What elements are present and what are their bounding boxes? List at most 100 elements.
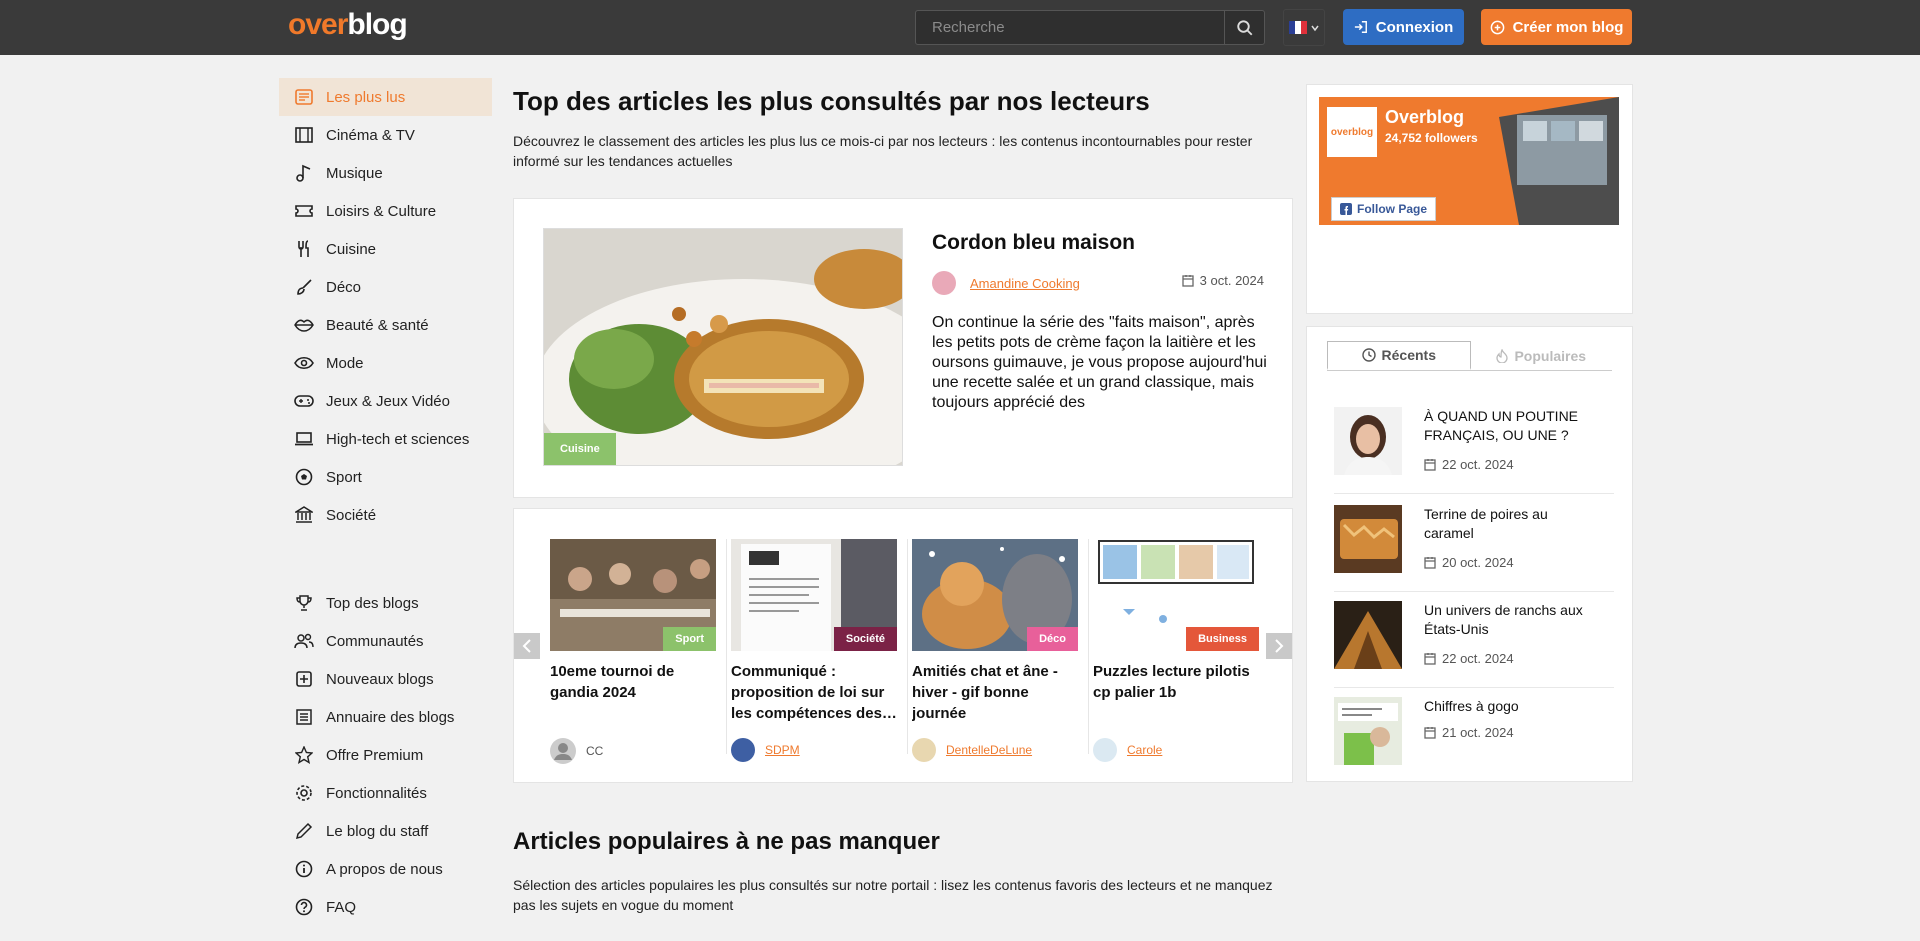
portrait-photo xyxy=(1334,407,1402,475)
ranch-photo xyxy=(1334,601,1402,669)
carousel-card: Déco Amitiés chat et âne - hiver - gif b… xyxy=(912,539,1078,762)
recent-article-date: 21 oct. 2024 xyxy=(1424,725,1514,740)
recent-article-title[interactable]: Un univers de ranchs aux États-Unis xyxy=(1424,601,1599,639)
sidebar-item-high-tech[interactable]: High-tech et sciences xyxy=(279,420,492,458)
carousel-card: Société Communiqué : proposition de loi … xyxy=(731,539,897,762)
sidebar-item-fonctionnalites[interactable]: Fonctionnalités xyxy=(279,774,492,812)
search-button[interactable] xyxy=(1224,11,1264,44)
flame-icon xyxy=(1496,348,1509,363)
article-image[interactable]: Sport xyxy=(550,539,716,651)
article-image[interactable]: Société xyxy=(731,539,897,651)
calendar-icon xyxy=(1424,459,1436,471)
utensils-icon xyxy=(294,239,314,259)
search-icon xyxy=(1236,19,1252,35)
sidebar-item-annuaire[interactable]: Annuaire des blogs xyxy=(279,698,492,736)
date-text: 20 oct. 2024 xyxy=(1442,555,1514,570)
card-divider xyxy=(907,539,908,754)
featured-article-title[interactable]: Cordon bleu maison xyxy=(932,231,1135,255)
facebook-widget: overblog Overblog 24,752 followers Follo… xyxy=(1306,84,1633,314)
sidebar-item-label: Top des blogs xyxy=(326,594,419,612)
tab-label: Populaires xyxy=(1514,347,1587,364)
sidebar-item-deco[interactable]: Déco xyxy=(279,268,492,306)
articles-carousel: Sport 10eme tournoi de gandia 2024 CC So… xyxy=(513,508,1293,783)
terrine-photo xyxy=(1334,505,1402,573)
featured-excerpt: On continue la série des "faits maison",… xyxy=(932,314,1267,411)
recent-article-title[interactable]: À QUAND UN POUTINE FRANÇAIS, OU UNE ? xyxy=(1424,407,1599,445)
category-tag[interactable]: Déco xyxy=(1027,627,1078,651)
article-author: CC xyxy=(550,738,716,764)
search-bar xyxy=(915,10,1265,45)
category-tag[interactable]: Société xyxy=(833,627,897,651)
tab-label: Récents xyxy=(1381,347,1436,363)
sidebar-item-nouveaux-blogs[interactable]: Nouveaux blogs xyxy=(279,660,492,698)
author-link[interactable]: Carole xyxy=(1127,743,1162,757)
article-title[interactable]: Communiqué : proposition de loi sur les … xyxy=(731,661,897,724)
article-thumbnail[interactable] xyxy=(1334,601,1402,669)
author-link[interactable]: SDPM xyxy=(765,743,800,757)
gear-icon xyxy=(294,783,314,803)
chiffres-photo xyxy=(1334,697,1402,765)
tab-recents[interactable]: Récents xyxy=(1327,341,1471,370)
author-link[interactable]: Amandine Cooking xyxy=(970,276,1080,291)
login-button[interactable]: Connexion xyxy=(1343,9,1464,45)
featured-article-image[interactable]: Cuisine xyxy=(543,228,903,466)
article-title[interactable]: 10eme tournoi de gandia 2024 xyxy=(550,661,716,724)
sidebar-item-label: Mode xyxy=(326,354,364,372)
category-tag[interactable]: Cuisine xyxy=(544,433,616,465)
top-header: overblog Connexion Créer mon blog xyxy=(0,0,1920,55)
author-link[interactable]: DentelleDeLune xyxy=(946,743,1032,757)
overblog-logo[interactable]: overblog xyxy=(288,8,408,42)
article-title[interactable]: Puzzles lecture pilotis cp palier 1b xyxy=(1093,661,1259,724)
sidebar-item-cinema-tv[interactable]: Cinéma & TV xyxy=(279,116,492,154)
search-input[interactable] xyxy=(916,11,1224,44)
category-tag[interactable]: Sport xyxy=(663,627,716,651)
create-blog-button[interactable]: Créer mon blog xyxy=(1481,9,1632,45)
article-author: DentelleDeLune xyxy=(912,738,1078,762)
sidebar-item-societe[interactable]: Société xyxy=(279,496,492,534)
sidebar-item-musique[interactable]: Musique xyxy=(279,154,492,192)
bank-icon xyxy=(294,505,314,525)
category-sidebar: Les plus lus Cinéma & TV Musique Loisirs… xyxy=(279,78,492,926)
user-avatar-icon xyxy=(550,738,576,764)
author-avatar xyxy=(1093,738,1117,762)
list-divider xyxy=(1334,493,1614,494)
sidebar-item-communautes[interactable]: Communautés xyxy=(279,622,492,660)
sidebar-item-a-propos[interactable]: A propos de nous xyxy=(279,850,492,888)
recent-article-title[interactable]: Terrine de poires au caramel xyxy=(1424,505,1599,543)
create-blog-label: Créer mon blog xyxy=(1512,18,1624,36)
carousel-next-button[interactable] xyxy=(1266,633,1292,659)
category-tag[interactable]: Business xyxy=(1186,627,1259,651)
recent-article-title[interactable]: Chiffres à gogo xyxy=(1424,697,1599,716)
star-icon xyxy=(294,745,314,765)
date-text: 22 oct. 2024 xyxy=(1442,651,1514,666)
language-dropdown[interactable] xyxy=(1283,9,1325,46)
facebook-page-name[interactable]: Overblog xyxy=(1385,107,1464,128)
sidebar-item-label: Annuaire des blogs xyxy=(326,708,455,726)
article-image[interactable]: Business xyxy=(1093,539,1259,651)
sidebar-item-blog-staff[interactable]: Le blog du staff xyxy=(279,812,492,850)
tab-populaires[interactable]: Populaires xyxy=(1471,341,1613,370)
article-thumbnail[interactable] xyxy=(1334,407,1402,475)
sidebar-item-sport[interactable]: Sport xyxy=(279,458,492,496)
featured-author: Amandine Cooking xyxy=(932,271,1080,295)
sidebar-item-offre-premium[interactable]: Offre Premium xyxy=(279,736,492,774)
sidebar-item-cuisine[interactable]: Cuisine xyxy=(279,230,492,268)
plus-square-icon xyxy=(294,669,314,689)
sidebar-item-jeux-video[interactable]: Jeux & Jeux Vidéo xyxy=(279,382,492,420)
article-image[interactable]: Déco xyxy=(912,539,1078,651)
sidebar-item-mode[interactable]: Mode xyxy=(279,344,492,382)
article-thumbnail[interactable] xyxy=(1334,697,1402,765)
carousel-prev-button[interactable] xyxy=(514,633,540,659)
sidebar-item-faq[interactable]: FAQ xyxy=(279,888,492,926)
sidebar-item-beaute-sante[interactable]: Beauté & santé xyxy=(279,306,492,344)
facebook-follow-button[interactable]: Follow Page xyxy=(1331,197,1437,221)
recent-article-date: 22 oct. 2024 xyxy=(1424,651,1514,666)
article-thumbnail[interactable] xyxy=(1334,505,1402,573)
sidebar-item-les-plus-lus[interactable]: Les plus lus xyxy=(279,78,492,116)
facebook-page-banner[interactable]: overblog Overblog 24,752 followers Follo… xyxy=(1319,97,1619,225)
page-description: Découvrez le classement des articles les… xyxy=(513,133,1253,169)
sidebar-item-loisirs-culture[interactable]: Loisirs & Culture xyxy=(279,192,492,230)
gamepad-icon xyxy=(294,391,314,411)
article-title[interactable]: Amitiés chat et âne - hiver - gif bonne … xyxy=(912,661,1078,724)
sidebar-item-top-blogs[interactable]: Top des blogs xyxy=(279,584,492,622)
